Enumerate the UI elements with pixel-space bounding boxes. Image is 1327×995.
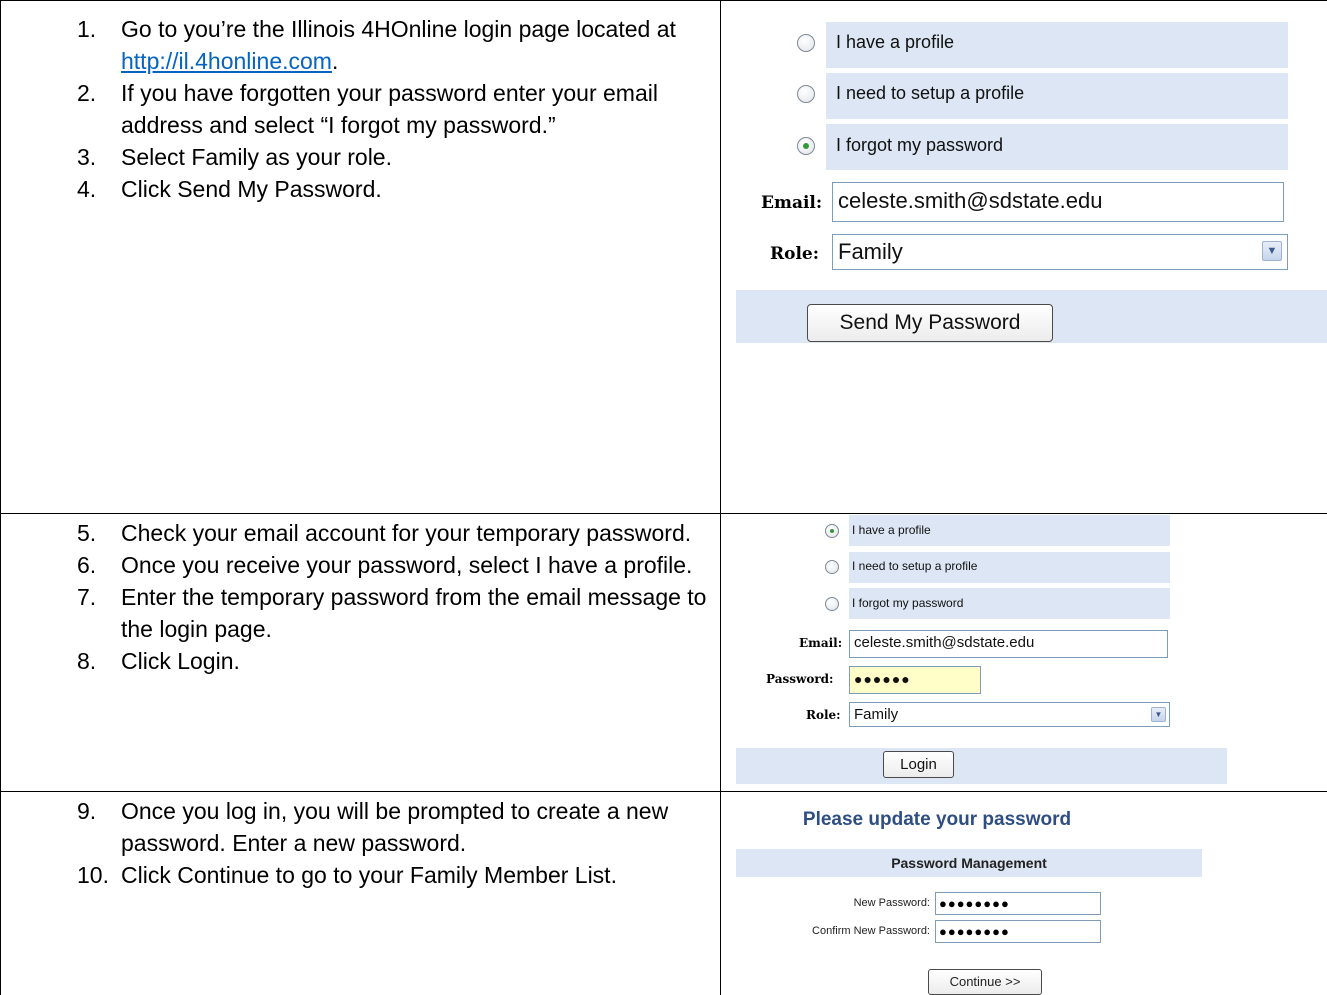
step-number: 6.	[77, 552, 97, 578]
radio-forgot-password[interactable]	[825, 597, 839, 611]
step-text-end: .	[331, 48, 339, 74]
step-number: 7.	[77, 584, 97, 610]
role-value: Family	[854, 706, 899, 723]
login-screenshot: I have a profile I need to setup a profi…	[736, 514, 1236, 784]
steps-row-1: 1. Go to you’re the Illinois 4HOnline lo…	[0, 13, 720, 205]
step-text: Check your email account for your tempor…	[121, 520, 692, 546]
send-my-password-button[interactable]: Send My Password	[807, 304, 1053, 342]
forgot-password-screenshot: I have a profile I need to setup a profi…	[736, 0, 1327, 490]
step-item: 6. Once you receive your password, selec…	[0, 549, 720, 581]
step-item: 3. Select Family as your role.	[0, 141, 720, 173]
chevron-down-icon[interactable]: ▼	[1151, 707, 1166, 722]
password-label: Password:	[766, 672, 834, 686]
option-label: I forgot my password	[852, 596, 964, 610]
role-label: Role:	[806, 708, 841, 722]
step-text: Enter the temporary password from the em…	[121, 584, 707, 642]
role-select[interactable]: Family ▼	[849, 702, 1170, 727]
step-text: Click Continue to go to your Family Memb…	[121, 862, 617, 888]
new-password-field[interactable]: ●●●●●●●●	[935, 892, 1101, 915]
step-item: 1. Go to you’re the Illinois 4HOnline lo…	[0, 13, 720, 77]
login-page-link[interactable]: http://il.4honline.com	[121, 48, 332, 74]
page-title: Please update your password	[802, 809, 1072, 830]
option-label: I have a profile	[836, 32, 955, 52]
step-number: 3.	[77, 144, 97, 170]
role-select[interactable]: Family ▼	[832, 234, 1288, 270]
step-item: 5. Check your email account for your tem…	[0, 517, 720, 549]
email-field[interactable]: celeste.smith@sdstate.edu	[849, 630, 1168, 658]
steps-row-3: 9. Once you log in, you will be prompted…	[0, 795, 720, 891]
step-number: 9.	[77, 798, 97, 824]
step-item: 4. Click Send My Password.	[0, 173, 720, 205]
step-item: 2. If you have forgotten your password e…	[0, 77, 720, 141]
step-text: Once you log in, you will be prompted to…	[121, 798, 669, 856]
step-number: 1.	[77, 16, 97, 42]
radio-have-profile[interactable]	[825, 524, 839, 538]
step-item: 8. Click Login.	[0, 645, 720, 677]
radio-have-profile[interactable]	[797, 34, 815, 52]
option-label: I need to setup a profile	[852, 559, 978, 573]
radio-forgot-password[interactable]	[797, 137, 815, 155]
confirm-password-field[interactable]: ●●●●●●●●	[935, 920, 1101, 943]
update-password-screenshot: Please update your password Password Man…	[736, 792, 1206, 995]
step-text: Once you receive your password, select I…	[121, 552, 693, 578]
option-label: I need to setup a profile	[836, 83, 1025, 103]
step-item: 9. Once you log in, you will be prompted…	[0, 795, 720, 859]
step-text: Click Send My Password.	[121, 176, 382, 202]
new-password-label: New Password:	[853, 897, 930, 909]
continue-button[interactable]: Continue >>	[928, 969, 1042, 995]
button-bar	[736, 748, 1227, 784]
step-item: 7. Enter the temporary password from the…	[0, 581, 720, 645]
step-text: If you have forgotten your password ente…	[121, 80, 658, 138]
radio-setup-profile[interactable]	[825, 560, 839, 574]
email-label: Email:	[799, 636, 843, 650]
email-field[interactable]: celeste.smith@sdstate.edu	[832, 182, 1284, 222]
section-header: Password Management	[736, 849, 1202, 877]
step-number: 10.	[77, 862, 109, 888]
column-divider	[720, 0, 721, 995]
steps-row-2: 5. Check your email account for your tem…	[0, 517, 720, 677]
role-label: Role:	[770, 244, 820, 264]
chevron-down-icon[interactable]: ▼	[1262, 241, 1282, 261]
step-number: 2.	[77, 80, 97, 106]
password-field[interactable]: ●●●●●●	[849, 666, 981, 694]
step-item: 10. Click Continue to go to your Family …	[0, 859, 720, 891]
option-label: I forgot my password	[836, 135, 1004, 155]
login-button[interactable]: Login	[883, 751, 954, 778]
step-text: Click Login.	[121, 648, 240, 674]
step-number: 8.	[77, 648, 97, 674]
role-value: Family	[838, 239, 903, 264]
step-text: Select Family as your role.	[121, 144, 392, 170]
radio-setup-profile[interactable]	[797, 85, 815, 103]
step-text: Go to you’re the Illinois 4HOnline login…	[121, 16, 676, 42]
confirm-password-label: Confirm New Password:	[812, 925, 930, 937]
step-number: 4.	[77, 176, 97, 202]
step-number: 5.	[77, 520, 97, 546]
email-label: Email:	[761, 193, 823, 213]
option-label: I have a profile	[852, 523, 931, 537]
